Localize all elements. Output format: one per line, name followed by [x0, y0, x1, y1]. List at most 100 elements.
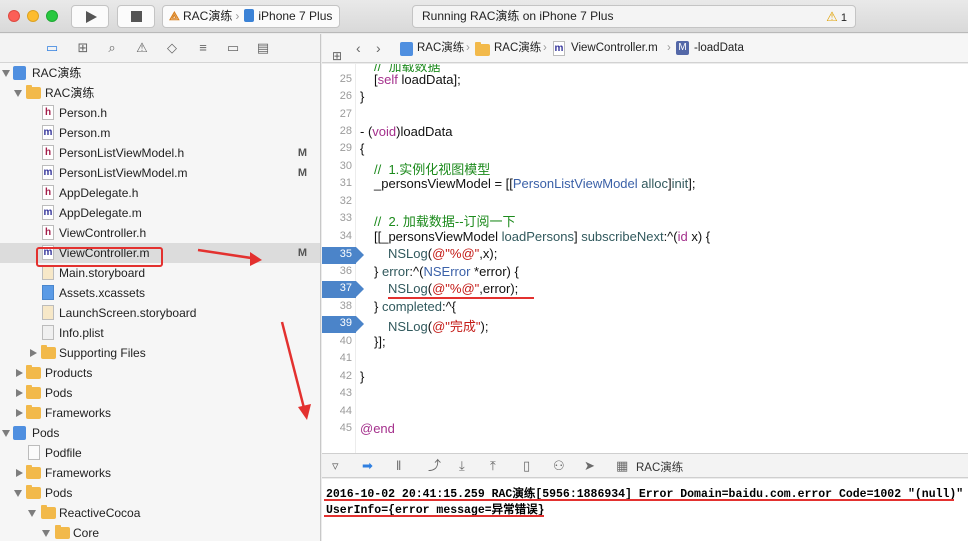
hide-debug-area-icon[interactable]: ▿ [332, 458, 339, 474]
disclosure-open-icon[interactable] [42, 530, 50, 537]
annotation-underline [324, 515, 544, 517]
tree-item-file[interactable]: Podfile [0, 443, 320, 463]
modified-badge: M [297, 247, 307, 259]
breadcrumb-project[interactable]: RAC演练 [417, 34, 464, 63]
tree-item-group[interactable]: Pods [0, 483, 320, 503]
tree-item-label: Info.plist [59, 326, 104, 340]
tree-item-project[interactable]: RAC演练 [0, 63, 320, 83]
pause-icon[interactable]: ‖ [396, 458, 401, 474]
location-icon[interactable]: ➤ [584, 458, 595, 474]
chevron-right-icon: › [543, 42, 547, 54]
disclosure-closed-icon[interactable] [16, 389, 23, 397]
test-icon[interactable]: ◇ [164, 40, 180, 56]
zoom-window-button[interactable] [46, 10, 58, 22]
step-over-icon[interactable]: ⤴ [428, 458, 441, 474]
tree-item-file[interactable]: Info.plist [0, 323, 320, 343]
project-icon [13, 66, 26, 80]
memory-graph-icon[interactable]: ⚇ [553, 458, 565, 474]
warning-indicator[interactable]: ⚠ 1 [826, 6, 847, 29]
chevron-right-icon: › [466, 42, 470, 54]
tree-item-label: Assets.xcassets [59, 286, 146, 300]
disclosure-closed-icon[interactable] [30, 349, 37, 357]
tree-item-project[interactable]: Pods [0, 423, 320, 443]
window-toolbar: ⟁ RAC演练 › iPhone 7 Plus Running RAC演练 on iP… [0, 0, 968, 33]
back-icon[interactable]: ‹ [356, 34, 361, 63]
code-line: { [360, 141, 365, 156]
folder-icon [41, 345, 56, 359]
tree-item-file[interactable]: h AppDelegate.h [0, 183, 320, 203]
console-output[interactable]: 2016-10-02 20:41:15.259 RAC演练[5956:18869… [322, 479, 968, 541]
tree-item-group[interactable]: Pods [0, 383, 320, 403]
disclosure-closed-icon[interactable] [16, 369, 23, 377]
folder-icon[interactable]: ▭ [44, 40, 60, 56]
folder-icon [26, 465, 41, 479]
tree-item-label: Person.h [59, 106, 108, 120]
breakpoint-icon[interactable]: ▭ [225, 40, 241, 56]
jump-bar: ⊞ ‹ › RAC演练 › RAC演练 › m ViewController.m… [322, 34, 968, 63]
breadcrumb-method[interactable]: -loadData [694, 34, 744, 63]
breakpoints-toggle-icon[interactable]: ➡ [362, 458, 373, 474]
tree-item-file[interactable]: m Person.m [0, 123, 320, 143]
tree-item-file[interactable]: m AppDelegate.m [0, 203, 320, 223]
tree-item-file[interactable]: h Person.h [0, 103, 320, 123]
chevron-right-icon: › [235, 9, 240, 23]
close-window-button[interactable] [8, 10, 20, 22]
tree-item-label: Products [45, 366, 93, 380]
tree-item-group[interactable]: ReactiveCocoa [0, 503, 320, 523]
line-number: 37 [339, 282, 352, 294]
code-line: NSLog(@"完成"); [388, 319, 489, 334]
tree-item-label: LaunchScreen.storyboard [59, 306, 197, 320]
debug-icon[interactable]: ≡ [195, 40, 211, 56]
step-into-icon[interactable]: ⤓ [459, 458, 465, 474]
target-icon[interactable]: ▦ [616, 458, 628, 474]
search-icon[interactable]: ⌕ [104, 40, 120, 56]
tree-item-group[interactable]: Products [0, 363, 320, 383]
line-gutter[interactable]: 25 26 27 28 29 30 31 32 33 34 35 36 37 3… [322, 64, 364, 453]
disclosure-open-icon[interactable] [2, 430, 10, 437]
tree-item-label: RAC演练 [32, 66, 82, 80]
tree-item-group[interactable]: Frameworks [0, 403, 320, 423]
tree-item-file[interactable]: Assets.xcassets [0, 283, 320, 303]
code-line: } [360, 89, 365, 104]
line-number: 39 [339, 317, 352, 329]
tree-item-file[interactable]: h ViewController.h [0, 223, 320, 243]
tree-item-group[interactable]: Core [0, 523, 320, 541]
tree-item-group[interactable]: Frameworks [0, 463, 320, 483]
folder-icon [26, 85, 41, 99]
disclosure-open-icon[interactable] [2, 70, 10, 77]
scheme-selector[interactable]: ⟁ RAC演练 › iPhone 7 Plus [162, 5, 340, 28]
tree-item-label: Supporting Files [59, 346, 146, 360]
disclosure-open-icon[interactable] [28, 510, 36, 517]
tree-item-file[interactable]: LaunchScreen.storyboard [0, 303, 320, 323]
tree-item-group[interactable]: Supporting Files [0, 343, 320, 363]
debug-target-label: RAC演练 [636, 462, 684, 474]
tree-item-label: Pods [45, 486, 73, 500]
breadcrumb-file[interactable]: ViewController.m [571, 34, 658, 63]
code-line: }]; [374, 334, 386, 349]
source-editor[interactable]: 25 26 27 28 29 30 31 32 33 34 35 36 37 3… [322, 64, 968, 453]
breadcrumb-group[interactable]: RAC演练 [494, 34, 541, 63]
disclosure-closed-icon[interactable] [16, 409, 23, 417]
tree-item-label: Person.m [59, 126, 111, 140]
step-out-icon[interactable]: ⤒ [490, 458, 496, 474]
hierarchy-icon[interactable]: ⊞ [75, 40, 91, 56]
asset-catalog-icon [42, 285, 54, 300]
activity-status-text: Running RAC演练 on iPhone 7 Plus [422, 9, 614, 23]
annotation-underline [324, 499, 954, 501]
tree-item-file[interactable]: h PersonListViewModel.h M [0, 143, 320, 163]
minimize-window-button[interactable] [27, 10, 39, 22]
disclosure-open-icon[interactable] [14, 90, 22, 97]
tree-item-group[interactable]: RAC演练 [0, 83, 320, 103]
project-icon [13, 426, 26, 440]
view-hierarchy-icon[interactable]: ▯ [523, 458, 530, 474]
tree-item-file[interactable]: m PersonListViewModel.m M [0, 163, 320, 183]
warning-icon[interactable]: ⚠ [134, 40, 150, 56]
disclosure-open-icon[interactable] [14, 490, 22, 497]
folder-icon [475, 42, 490, 56]
stop-button[interactable] [117, 5, 155, 28]
log-icon[interactable]: ▤ [255, 40, 271, 56]
forward-icon[interactable]: › [376, 34, 381, 63]
storyboard-icon [42, 265, 54, 280]
run-button[interactable] [71, 5, 109, 28]
disclosure-closed-icon[interactable] [16, 469, 23, 477]
